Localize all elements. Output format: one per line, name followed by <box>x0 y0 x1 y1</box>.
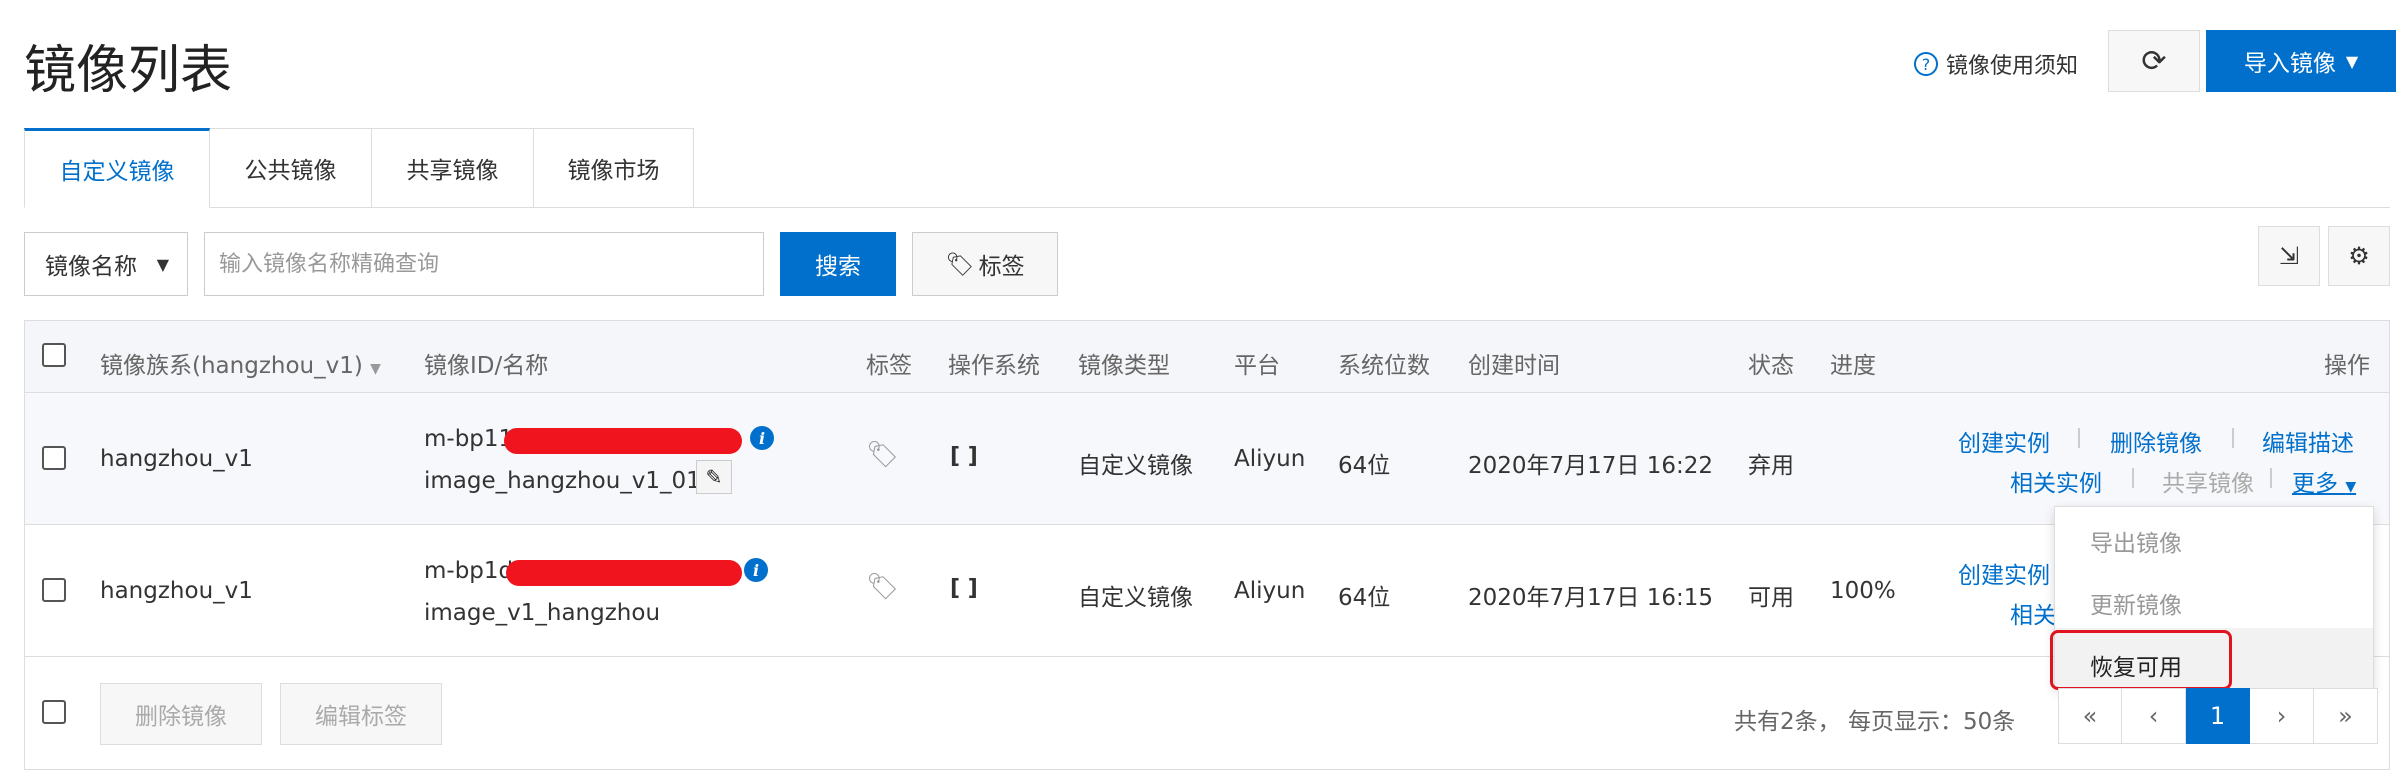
tag-icon[interactable]: 🏷 <box>866 440 899 470</box>
refresh-icon: ⟳ <box>2141 43 2167 79</box>
col-bits: 系统位数 <box>1338 353 1430 379</box>
select-all-checkbox[interactable] <box>42 343 66 367</box>
caret-down-icon: ▼ <box>2345 479 2357 495</box>
question-icon: ? <box>1914 52 1938 76</box>
row-image-id: m-bp1d <box>424 558 514 584</box>
redaction-mark <box>504 428 742 454</box>
col-id-name: 镜像ID/名称 <box>424 353 549 379</box>
row-created: 2020年7月17日 16:22 <box>1468 453 1714 479</box>
create-instance-link[interactable]: 创建实例 <box>1958 424 2050 458</box>
tab-public-image[interactable]: 公共镜像 <box>210 128 372 208</box>
row-image-name: image_hangzhou_v1_01 <box>424 468 701 494</box>
search-field-value: 镜像名称 <box>45 254 137 280</box>
more-label: 更多 <box>2292 471 2338 497</box>
divider <box>2078 428 2080 448</box>
related-instances-link[interactable]: 相关实例 <box>2010 464 2102 498</box>
row-progress: 100% <box>1830 578 1896 604</box>
row-family: hangzhou_v1 <box>100 578 253 604</box>
footer-select-all-checkbox[interactable] <box>42 700 66 724</box>
edit-description-link[interactable]: 编辑描述 <box>2262 424 2354 458</box>
row-created: 2020年7月17日 16:15 <box>1468 585 1714 611</box>
first-page-button[interactable]: « <box>2058 688 2122 744</box>
row-type: 自定义镜像 <box>1078 585 1193 611</box>
export-button[interactable]: ⇲ <box>2258 226 2320 286</box>
prev-page-button[interactable]: ‹ <box>2122 688 2186 744</box>
row-family: hangzhou_v1 <box>100 446 253 472</box>
tag-icon: 🏷 <box>945 251 975 278</box>
row-image-id: m-bp11 <box>424 426 514 452</box>
search-input[interactable] <box>204 232 764 296</box>
col-progress: 进度 <box>1830 353 1876 379</box>
import-image-button[interactable]: 导入镜像 ▼ <box>2206 30 2396 92</box>
row-checkbox[interactable] <box>42 446 66 470</box>
pagination: « ‹ 1 › » <box>2058 688 2378 744</box>
create-instance-link[interactable]: 创建实例 <box>1958 556 2050 590</box>
info-icon[interactable]: i <box>744 558 768 582</box>
row-type: 自定义镜像 <box>1078 453 1193 479</box>
caret-down-icon: ▼ <box>370 361 381 377</box>
tag-filter-button[interactable]: 🏷 标签 <box>912 232 1058 296</box>
col-created: 创建时间 <box>1468 353 1560 379</box>
import-label: 导入镜像 <box>2243 51 2336 77</box>
image-tabs: 自定义镜像 公共镜像 共享镜像 镜像市场 <box>24 128 694 208</box>
menu-item-export-image: 导出镜像 <box>2090 531 2182 557</box>
last-page-button[interactable]: » <box>2314 688 2378 744</box>
col-status: 状态 <box>1748 353 1794 379</box>
row-checkbox[interactable] <box>42 578 66 602</box>
related-instances-link[interactable]: 相关 <box>2010 596 2056 630</box>
settings-button[interactable]: ⚙ <box>2328 226 2390 286</box>
info-icon[interactable]: i <box>750 426 774 450</box>
delete-image-link[interactable]: 删除镜像 <box>2110 424 2202 458</box>
col-type: 镜像类型 <box>1078 353 1170 379</box>
pagination-summary: 共有2条， 每页显示：50条 <box>1734 709 2016 735</box>
search-button[interactable]: 搜索 <box>780 232 896 296</box>
tab-shared-image[interactable]: 共享镜像 <box>372 128 534 208</box>
caret-down-icon: ▼ <box>2345 51 2359 71</box>
page-title: 镜像列表 <box>24 41 233 101</box>
divider <box>2270 468 2272 488</box>
tag-filter-label: 标签 <box>978 254 1025 280</box>
row-status: 弃用 <box>1748 453 1794 479</box>
page-1-button[interactable]: 1 <box>2186 688 2250 744</box>
export-icon: ⇲ <box>2278 242 2300 270</box>
tab-divider <box>694 207 2390 208</box>
pencil-icon[interactable]: ✎ <box>696 460 732 494</box>
col-actions: 操作 <box>2324 353 2370 379</box>
row-bits: 64位 <box>1338 585 1391 611</box>
help-link[interactable]: ? 镜像使用须知 <box>1914 48 2078 80</box>
os-icon: [ ] <box>950 444 978 469</box>
col-tag: 标签 <box>866 353 912 379</box>
row-platform: Aliyun <box>1234 446 1306 472</box>
col-family[interactable]: 镜像族系(hangzhou_v1) ▼ <box>100 346 381 380</box>
help-label: 镜像使用须知 <box>1946 54 2079 79</box>
row-bits: 64位 <box>1338 453 1391 479</box>
next-page-button[interactable]: › <box>2250 688 2314 744</box>
chevron-down-icon: ▼ <box>156 254 169 274</box>
tab-image-market[interactable]: 镜像市场 <box>534 128 694 208</box>
os-icon: [ ] <box>950 576 978 601</box>
redaction-mark <box>506 560 742 586</box>
gear-icon: ⚙ <box>2348 242 2370 270</box>
table-row <box>25 525 2389 657</box>
highlight-box <box>2050 630 2232 690</box>
col-platform: 平台 <box>1234 353 1280 379</box>
row-image-name: image_v1_hangzhou <box>424 600 661 626</box>
search-field-select[interactable]: 镜像名称 ▼ <box>24 232 188 296</box>
col-family-label: 镜像族系(hangzhou_v1) <box>100 353 363 379</box>
refresh-button[interactable]: ⟳ <box>2108 30 2200 92</box>
col-os: 操作系统 <box>948 353 1040 379</box>
share-image-link: 共享镜像 <box>2162 471 2254 497</box>
divider <box>2132 468 2134 488</box>
menu-item-update-image: 更新镜像 <box>2090 593 2182 619</box>
batch-delete-button: 删除镜像 <box>100 683 262 745</box>
more-actions-link[interactable]: 更多 ▼ <box>2292 464 2356 498</box>
tag-icon[interactable]: 🏷 <box>866 572 899 602</box>
table-row <box>25 393 2389 525</box>
divider <box>2232 428 2234 448</box>
row-platform: Aliyun <box>1234 578 1306 604</box>
tab-custom-image[interactable]: 自定义镜像 <box>24 128 210 208</box>
row-status: 可用 <box>1748 585 1794 611</box>
batch-edit-tag-button: 编辑标签 <box>280 683 442 745</box>
